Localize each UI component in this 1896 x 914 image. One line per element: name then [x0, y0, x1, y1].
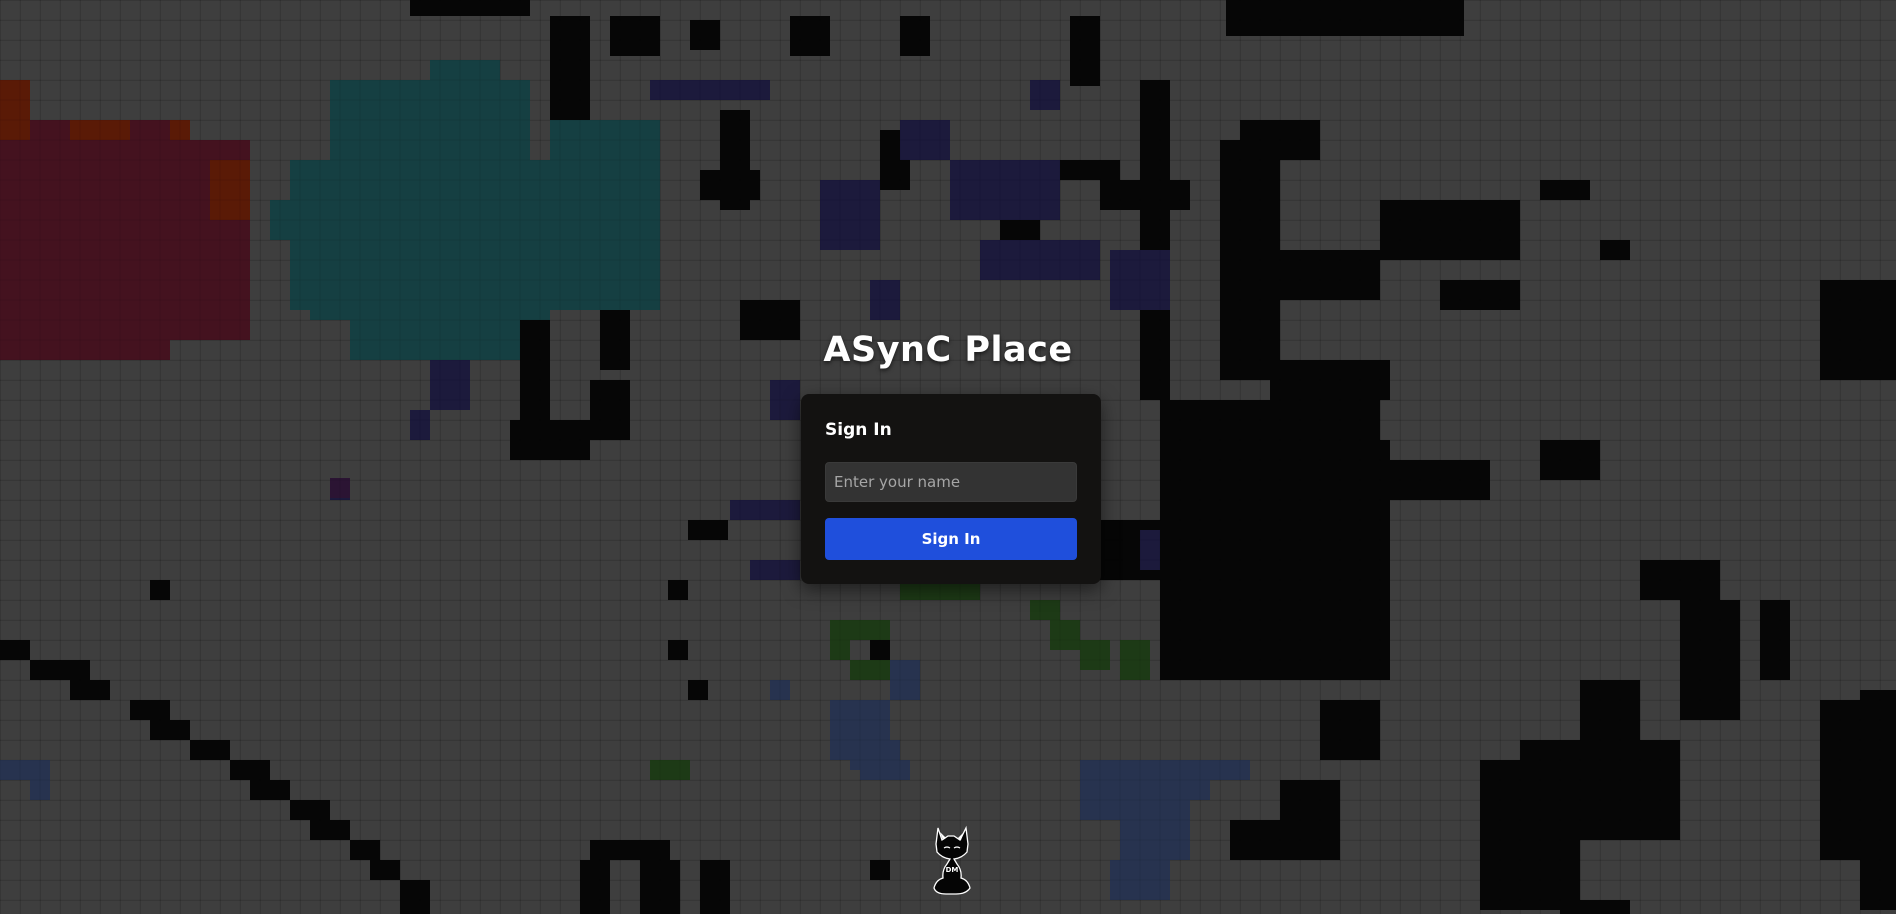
canvas-pixel-block — [688, 520, 728, 540]
canvas-pixel-block — [790, 16, 830, 56]
app-title: ASynC Place — [823, 330, 1073, 370]
canvas-pixel-block — [850, 660, 890, 680]
canvas-pixel-block — [1030, 600, 1060, 620]
canvas-pixel-block — [0, 640, 30, 660]
canvas-pixel-block — [1070, 16, 1100, 86]
name-input[interactable] — [825, 462, 1077, 502]
canvas-pixel-block — [950, 160, 1060, 220]
canvas-pixel-block — [1080, 640, 1110, 670]
canvas-pixel-block — [590, 380, 630, 440]
cat-mascot-svg: DM — [933, 825, 971, 895]
canvas-pixel-block — [1540, 180, 1590, 200]
mascot-badge-text: DM — [946, 866, 959, 874]
canvas-pixel-block — [668, 580, 688, 600]
canvas-pixel-block — [0, 80, 30, 140]
sign-in-card: Sign In Sign In — [801, 394, 1101, 584]
canvas-pixel-block — [668, 640, 688, 660]
canvas-pixel-block — [580, 860, 610, 914]
canvas-pixel-block — [688, 680, 708, 700]
canvas-pixel-block — [1030, 80, 1060, 110]
canvas-pixel-block — [1210, 760, 1250, 780]
canvas-pixel-block — [330, 80, 370, 110]
canvas-pixel-block — [0, 760, 50, 780]
canvas-pixel-block — [700, 170, 760, 200]
canvas-pixel-block — [1140, 530, 1160, 570]
cat-mascot-icon: DM — [924, 818, 980, 896]
canvas-pixel-block — [1050, 620, 1080, 650]
canvas-pixel-block — [590, 840, 670, 860]
canvas-pixel-block — [400, 880, 430, 914]
canvas-pixel-block — [130, 700, 170, 720]
canvas-pixel-block — [1600, 240, 1630, 260]
canvas-pixel-block — [210, 160, 250, 220]
canvas-pixel-block — [150, 720, 190, 740]
canvas-pixel-block — [650, 760, 690, 780]
canvas-pixel-block — [900, 16, 930, 56]
canvas-pixel-block — [250, 780, 290, 800]
canvas-pixel-block — [1320, 700, 1380, 760]
canvas-pixel-block — [690, 20, 720, 50]
canvas-pixel-block — [70, 680, 110, 700]
canvas-pixel-block — [860, 760, 910, 780]
canvas-pixel-block — [1380, 200, 1520, 260]
canvas-pixel-block — [410, 0, 530, 16]
canvas-pixel-block — [550, 16, 590, 136]
canvas-pixel-block — [230, 760, 270, 780]
canvas-pixel-block — [310, 820, 350, 840]
canvas-pixel-block — [190, 740, 230, 760]
canvas-pixel-block — [610, 16, 660, 56]
canvas-pixel-block — [700, 860, 730, 914]
canvas-pixel-block — [1226, 0, 1464, 36]
canvas-pixel-block — [370, 860, 400, 880]
canvas-pixel-block — [350, 840, 380, 860]
canvas-pixel-block — [290, 800, 330, 820]
sign-in-button[interactable]: Sign In — [825, 518, 1077, 560]
sign-in-heading: Sign In — [825, 420, 892, 440]
canvas-pixel-block — [750, 560, 800, 580]
